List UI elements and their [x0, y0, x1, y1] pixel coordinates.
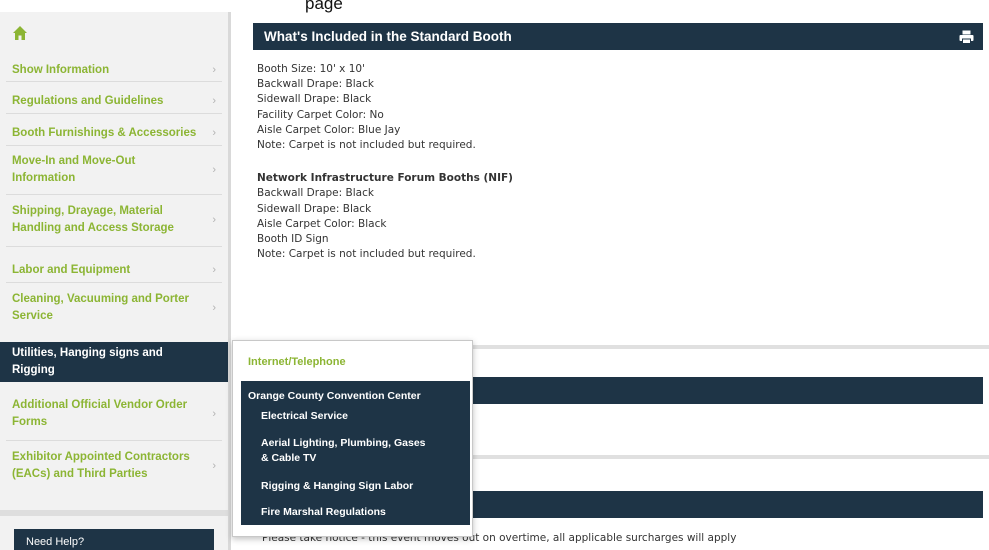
chevron-right-icon: ›	[212, 127, 216, 139]
chevron-right-icon: ›	[212, 302, 216, 314]
sidebar-item-label: Exhibitor Appointed Contractors (EACs) a…	[12, 451, 190, 480]
sidebar: Show Information › Regulations and Guide…	[0, 12, 231, 550]
sidebar-item-label: Cleaning, Vacuuming and Porter Service	[12, 293, 190, 322]
submenu-item-rigging[interactable]: Rigging & Hanging Sign Labor	[261, 479, 413, 494]
standard-booth-content: Booth Size: 10' x 10' Backwall Drape: Bl…	[257, 62, 513, 262]
booth-detail-line: Booth Size: 10' x 10'	[257, 63, 365, 75]
sidebar-item-regulations[interactable]: Regulations and Guidelines ›	[0, 91, 228, 111]
divider	[6, 440, 222, 441]
divider	[6, 194, 222, 195]
nif-heading: Network Infrastructure Forum Booths (NIF…	[257, 172, 513, 185]
submenu-item-aerial-lighting[interactable]: Aerial Lighting, Plumbing, Gases & Cable…	[261, 436, 431, 465]
chevron-right-icon: ›	[212, 408, 216, 420]
utilities-flyout-menu: Internet/Telephone Orange County Convent…	[232, 340, 473, 537]
divider	[6, 81, 222, 82]
divider	[6, 246, 222, 247]
booth-detail-line: Facility Carpet Color: No	[257, 108, 384, 121]
chevron-right-icon: ›	[212, 164, 216, 176]
panel-header-standard-booth: What's Included in the Standard Booth	[253, 23, 983, 50]
chevron-right-icon: ›	[212, 264, 216, 276]
sidebar-item-label: Utilities, Hanging signs and Rigging	[12, 347, 163, 376]
nif-detail-line: Sidewall Drape: Black	[257, 202, 372, 215]
print-icon[interactable]	[959, 30, 974, 44]
sidebar-item-label: Booth Furnishings & Accessories	[12, 126, 197, 139]
sidebar-item-labor-equipment[interactable]: Labor and Equipment ›	[0, 260, 228, 280]
chevron-right-icon: ›	[212, 64, 216, 76]
sidebar-item-show-information[interactable]: Show Information ›	[0, 60, 228, 80]
submenu-item-electrical[interactable]: Electrical Service	[261, 409, 348, 424]
breadcrumb-fragment: page	[305, 0, 343, 13]
internet-telephone-link[interactable]: Internet/Telephone	[248, 356, 346, 368]
sidebar-item-label: Additional Official Vendor Order Forms	[12, 399, 188, 428]
submenu-title[interactable]: Orange County Convention Center	[248, 390, 421, 402]
sidebar-item-label: Labor and Equipment	[12, 263, 131, 276]
occc-submenu: Orange County Convention Center Electric…	[241, 381, 470, 525]
sidebar-item-eacs[interactable]: Exhibitor Appointed Contractors (EACs) a…	[0, 446, 228, 486]
chevron-right-icon: ›	[212, 460, 216, 472]
submenu-item-fire-marshal[interactable]: Fire Marshal Regulations	[261, 505, 386, 520]
divider	[0, 510, 228, 516]
nif-detail-line: Backwall Drape: Black	[257, 187, 374, 200]
sidebar-item-label: Regulations and Guidelines	[12, 94, 164, 107]
sidebar-item-booth-furnishings[interactable]: Booth Furnishings & Accessories ›	[0, 123, 228, 143]
nif-detail-line: Note: Carpet is not included but require…	[257, 248, 476, 261]
panel-title: What's Included in the Standard Booth	[264, 29, 512, 44]
divider	[6, 282, 222, 283]
booth-detail-line: Sidewall Drape: Black	[257, 93, 372, 106]
sidebar-item-move-in-move-out[interactable]: Move-In and Move-Out Information ›	[0, 152, 228, 188]
divider	[6, 145, 222, 146]
sidebar-item-label: Show Information	[12, 63, 110, 76]
booth-detail-line: Aisle Carpet Color: Blue Jay	[257, 123, 401, 136]
sidebar-item-utilities[interactable]: Utilities, Hanging signs and Rigging	[0, 342, 228, 382]
sidebar-item-cleaning[interactable]: Cleaning, Vacuuming and Porter Service ›	[0, 288, 228, 328]
sidebar-item-vendor-order-forms[interactable]: Additional Official Vendor Order Forms ›	[0, 394, 228, 434]
chevron-right-icon: ›	[212, 95, 216, 107]
chevron-right-icon: ›	[212, 214, 216, 226]
sidebar-item-shipping-drayage[interactable]: Shipping, Drayage, Material Handling and…	[0, 202, 228, 238]
sidebar-item-label: Move-In and Move-Out Information	[12, 155, 136, 184]
nif-detail-line: Aisle Carpet Color: Black	[257, 217, 387, 230]
booth-detail-line: Backwall Drape: Black	[257, 78, 374, 91]
sidebar-item-label: Shipping, Drayage, Material Handling and…	[12, 205, 174, 234]
nif-detail-line: Booth ID Sign	[257, 233, 329, 246]
help-box[interactable]: Need Help?	[14, 529, 214, 550]
booth-detail-line: Note: Carpet is not included but require…	[257, 139, 476, 152]
divider	[6, 113, 222, 114]
home-icon[interactable]	[12, 25, 28, 41]
